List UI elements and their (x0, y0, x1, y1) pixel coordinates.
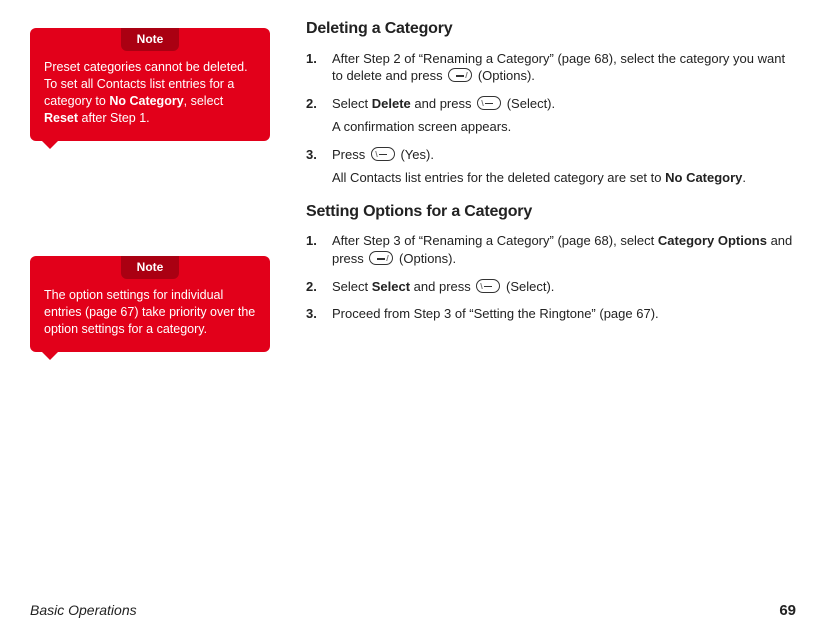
note-title: Note (121, 28, 180, 51)
note-text: , select (184, 94, 224, 108)
note-text: The option settings for individual entri… (44, 288, 255, 336)
softkey-right-icon (477, 96, 501, 110)
note-text-bold: No Category (109, 94, 183, 108)
step-text: Press (332, 147, 369, 162)
sidebar-notes-column: Note Preset categories cannot be deleted… (30, 18, 282, 578)
note-title: Note (121, 256, 180, 279)
section-heading-deleting: Deleting a Category (306, 18, 796, 40)
softkey-right-icon (371, 147, 395, 161)
step-sub: All Contacts list entries for the delete… (332, 170, 665, 185)
step-subtext: All Contacts list entries for the delete… (332, 169, 796, 187)
softkey-left-icon (369, 251, 393, 265)
section-heading-setting-options: Setting Options for a Category (306, 201, 796, 223)
step-text-bold: Select (372, 279, 410, 294)
step-text: (Yes). (397, 147, 434, 162)
footer-section-name: Basic Operations (30, 601, 137, 620)
step-text: (Select). (503, 96, 555, 111)
step-text: Select (332, 96, 372, 111)
step-sub: A confirmation screen appears. (332, 119, 511, 134)
footer-page-number: 69 (779, 601, 796, 621)
step-item: Press (Yes). All Contacts list entries f… (306, 146, 796, 187)
step-sub: . (742, 170, 746, 185)
step-item: Proceed from Step 3 of “Setting the Ring… (306, 305, 796, 323)
step-text: Proceed from Step 3 of “Setting the Ring… (332, 306, 659, 321)
step-item: Select Delete and press (Select). A conf… (306, 95, 796, 136)
step-text: After Step 3 of “Renaming a Category” (p… (332, 233, 658, 248)
step-item: After Step 2 of “Renaming a Category” (p… (306, 50, 796, 85)
step-text: (Select). (502, 279, 554, 294)
step-subtext: A confirmation screen appears. (332, 118, 796, 136)
softkey-left-icon (448, 68, 472, 82)
step-text: and press (410, 279, 474, 294)
step-text: and press (411, 96, 475, 111)
step-text-bold: Delete (372, 96, 411, 111)
step-text: Select (332, 279, 372, 294)
page-footer: Basic Operations 69 (30, 601, 796, 621)
note-title-wrap: Note (44, 28, 256, 59)
step-text: (Options). (395, 251, 456, 266)
note-box-2: Note The option settings for individual … (30, 256, 270, 352)
step-text-bold: Category Options (658, 233, 767, 248)
step-text: (Options). (474, 68, 535, 83)
steps-list-setting-options: After Step 3 of “Renaming a Category” (p… (306, 232, 796, 322)
note-text-bold: Reset (44, 111, 78, 125)
step-item: After Step 3 of “Renaming a Category” (p… (306, 232, 796, 267)
two-column-layout: Note Preset categories cannot be deleted… (30, 18, 796, 578)
note-body: Preset categories cannot be deleted. To … (44, 59, 256, 127)
step-sub-bold: No Category (665, 170, 742, 185)
note-text: after Step 1. (78, 111, 150, 125)
main-content-column: Deleting a Category After Step 2 of “Ren… (306, 18, 796, 578)
step-item: Select Select and press (Select). (306, 278, 796, 296)
note-box-1: Note Preset categories cannot be deleted… (30, 28, 270, 141)
manual-page: Note Preset categories cannot be deleted… (0, 0, 826, 637)
note-body: The option settings for individual entri… (44, 287, 256, 338)
softkey-right-icon (476, 279, 500, 293)
steps-list-deleting: After Step 2 of “Renaming a Category” (p… (306, 50, 796, 187)
step-text: After Step 2 of “Renaming a Category” (p… (332, 51, 785, 84)
note-spacer (30, 141, 282, 256)
note-title-wrap: Note (44, 256, 256, 287)
